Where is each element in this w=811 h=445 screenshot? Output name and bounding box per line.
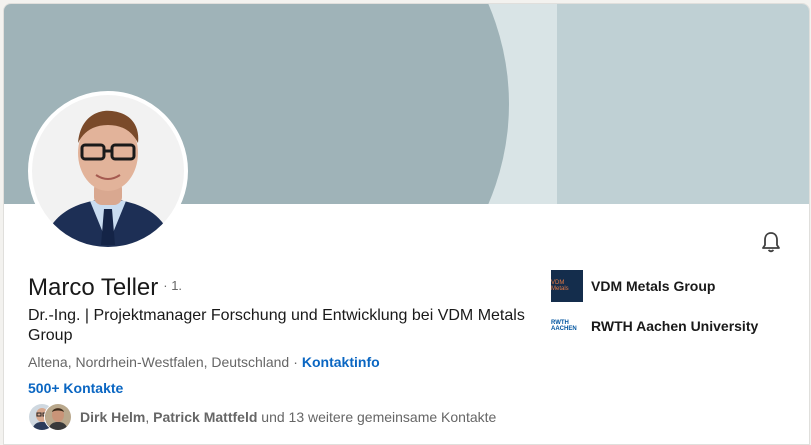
profile-headline: Dr.-Ing. | Projektmanager Forschung und … — [28, 307, 525, 344]
mutual-comma: , — [145, 409, 154, 425]
mutual-avatars — [28, 403, 74, 431]
org-school[interactable]: RWTH AACHEN RWTH Aachen University — [551, 310, 758, 342]
org-name: RWTH Aachen University — [591, 318, 759, 334]
profile-location: Altena, Nordrhein-Westfalen, Deutschland — [28, 354, 290, 370]
profile-photo-image — [32, 95, 184, 247]
university-logo: RWTH AACHEN — [551, 310, 583, 342]
location-row: Altena, Nordrhein-Westfalen, Deutschland… — [28, 354, 380, 370]
location-separator: · — [293, 354, 298, 370]
profile-photo[interactable] — [28, 91, 188, 251]
name-row: Marco Teller · 1. — [28, 274, 182, 302]
profile-card: Marco Teller · 1. Dr.-Ing. | Projektmana… — [3, 3, 810, 445]
mutual-contact-1: Dirk Helm — [80, 409, 146, 425]
contacts-link[interactable]: 500+ Kontakte — [28, 380, 123, 396]
mutual-contacts[interactable]: Dirk Helm, Patrick Mattfeld und 13 weite… — [28, 403, 496, 431]
profile-name: Marco Teller — [28, 274, 159, 301]
org-company[interactable]: VDM Metals VDM Metals Group — [551, 270, 758, 302]
company-logo: VDM Metals — [551, 270, 583, 302]
avatar — [44, 403, 72, 431]
connection-degree: · 1. — [163, 278, 183, 293]
org-name: VDM Metals Group — [591, 278, 716, 294]
profile-orgs: VDM Metals VDM Metals Group RWTH AACHEN … — [551, 270, 758, 350]
bell-icon[interactable] — [759, 230, 783, 254]
contact-info-link[interactable]: Kontaktinfo — [302, 354, 380, 370]
mutual-rest: und 13 weitere gemeinsame Kontakte — [257, 409, 497, 425]
mutual-contact-2: Patrick Mattfeld — [153, 409, 258, 425]
